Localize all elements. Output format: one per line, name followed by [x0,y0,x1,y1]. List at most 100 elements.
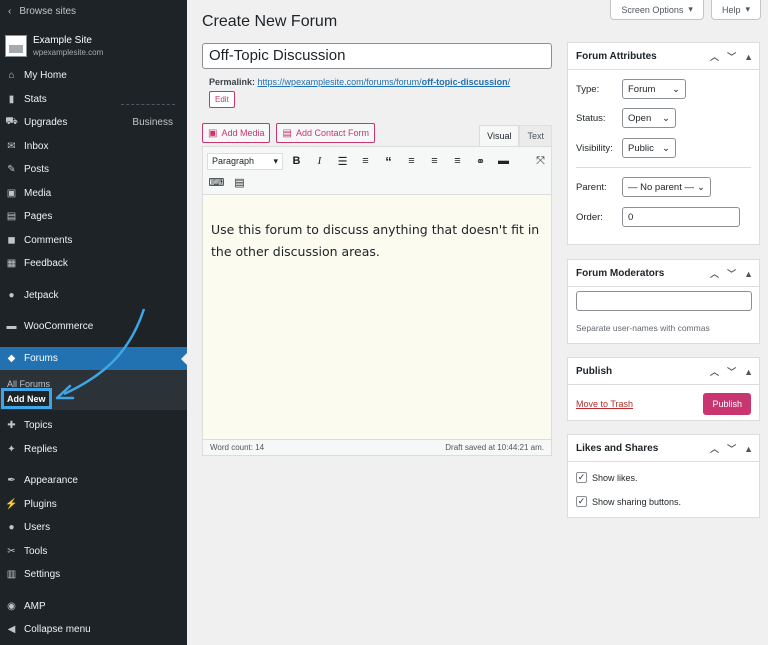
site-name: Example Site [33,35,92,46]
help-button[interactable]: Help ▾ [710,0,761,20]
publish-button[interactable]: Publish [703,393,751,415]
feedback-icon: ▦ [6,258,17,270]
menu-inbox[interactable]: ✉ Inbox [0,135,187,159]
admin-sidebar: ‹ Browse sites Example Site wpexamplesit… [0,0,187,645]
menu-feedback[interactable]: ▦ Feedback [0,252,187,276]
chevron-down-icon[interactable]: ﹀ [727,267,736,280]
bold-icon[interactable]: B [287,152,306,170]
order-input[interactable]: 0 [622,207,740,227]
menu-media[interactable]: ▣ Media [0,182,187,206]
align-center-icon[interactable]: ≡ [425,152,444,170]
toolbar-toggle-icon[interactable]: ▤ [230,173,249,191]
menu-amp[interactable]: ◉ AMP [0,595,187,619]
user-icon: ● [8,522,15,534]
italic-icon[interactable]: I [310,152,329,170]
submenu-all-forums[interactable]: All Forums [0,376,187,391]
menu-pages[interactable]: ▤ Pages [0,205,187,229]
woo-icon: ▬ [6,321,17,333]
move-to-trash-link[interactable]: Move to Trash [576,399,633,409]
show-likes-checkbox[interactable]: ✓ Show likes. [576,472,638,483]
format-select[interactable]: Paragraph ▾ [207,152,283,170]
chevron-up-icon[interactable]: ︿ [710,50,719,63]
menu-replies[interactable]: ✦ Replies [0,438,187,462]
tab-text[interactable]: Text [519,125,552,146]
menu-plugins[interactable]: ⚡ Plugins [0,493,187,517]
toggle-arrow-icon[interactable]: ▲ [744,444,753,454]
plug-icon: ⚡ [5,498,18,510]
menu-my-home[interactable]: ⌂ My Home [0,64,187,88]
fullscreen-icon[interactable]: ⤧ [531,152,550,170]
menu-tools[interactable]: ✂ Tools [0,540,187,564]
permalink: Permalink: https://wpexamplesite.com/for… [209,77,511,87]
attributes-divider [576,167,751,168]
chevron-down-icon[interactable]: ﹀ [727,365,736,378]
screen-options-button[interactable]: Screen Options ▾ [610,0,704,20]
browse-sites-link[interactable]: ‹ Browse sites [0,0,187,22]
main-content: Screen Options ▾ Help ▾ Create New Forum O… [187,0,768,645]
read-more-icon[interactable]: ▬ [494,152,513,170]
menu-upgrades[interactable]: ⛟ Upgrades Business [0,111,187,135]
chevron-down-icon[interactable]: ﹀ [727,442,736,455]
chevron-up-icon[interactable]: ︿ [710,442,719,455]
editor-content[interactable]: Use this forum to discuss anything that … [202,195,552,439]
keyboard-icon[interactable]: ⌨ [207,173,226,191]
show-sharing-checkbox[interactable]: ✓ Show sharing buttons. [576,496,681,507]
toggle-arrow-icon[interactable]: ▲ [744,367,753,377]
caret-down-icon: ▾ [745,4,750,14]
plan-badge: Business [132,117,173,129]
forum-attributes-box: Forum Attributes ︿ ﹀ ▲ Type: Forum ⌄ Status… [567,42,760,245]
menu-posts[interactable]: ✎ Posts [0,158,187,182]
chevron-down-icon: ⌄ [697,181,705,193]
add-media-button[interactable]: ▣ Add Media [202,123,271,143]
menu-jetpack[interactable]: ● Jetpack [0,284,187,308]
visibility-select[interactable]: Public ⌄ [622,138,676,158]
moderators-input[interactable] [576,291,752,311]
edit-permalink-button[interactable]: Edit [209,91,235,108]
align-right-icon[interactable]: ≡ [448,152,467,170]
menu-topics[interactable]: ✚ Topics [0,414,187,438]
toggle-arrow-icon[interactable]: ▲ [744,269,753,279]
align-left-icon[interactable]: ≡ [402,152,421,170]
collapse-icon: ◀ [7,624,16,636]
collapse-menu[interactable]: ◀ Collapse menu [0,618,187,642]
chevron-down-icon: ⌄ [662,112,670,124]
settings-icon: ▥ [6,569,17,581]
bullet-list-icon[interactable]: ☰ [333,152,352,170]
site-switcher[interactable]: Example Site wpexamplesite.com [0,28,187,64]
type-select[interactable]: Forum ⌄ [622,79,686,99]
pin-icon: ✎ [7,164,16,176]
add-contact-form-button[interactable]: ▤ Add Contact Form [276,123,375,143]
cart-icon: ⛟ [5,116,18,128]
stats-icon: ▮ [8,93,15,105]
menu-stats[interactable]: ▮ Stats [0,88,187,112]
tab-visual[interactable]: Visual [479,125,520,146]
numbered-list-icon[interactable]: ≡ [356,152,375,170]
link-icon[interactable]: ⚭ [471,152,490,170]
forum-moderators-header[interactable]: Forum Moderators ︿ ﹀ ▲ [568,260,759,287]
status-select[interactable]: Open ⌄ [622,108,676,128]
forum-attributes-header[interactable]: Forum Attributes ︿ ﹀ ▲ [568,43,759,70]
sidebar-divider [121,104,175,105]
site-domain: wpexamplesite.com [33,48,104,57]
toggle-arrow-icon[interactable]: ▲ [744,52,753,62]
parent-select[interactable]: — No parent — ⌄ [622,177,711,197]
chevron-up-icon[interactable]: ︿ [710,365,719,378]
checkmark-icon: ✓ [576,496,587,507]
menu-appearance[interactable]: ✒ Appearance [0,469,187,493]
chevron-down-icon[interactable]: ﹀ [727,50,736,63]
content-editor: ▣ Add Media ▤ Add Contact Form Visual Text… [202,117,552,456]
chevron-up-icon[interactable]: ︿ [710,267,719,280]
menu-forums[interactable]: ◆ Forums [0,346,187,370]
forum-title-input[interactable]: Off-Topic Discussion [202,43,552,69]
publish-header[interactable]: Publish ︿ ﹀ ▲ [568,358,759,385]
menu-woocommerce[interactable]: ▬ WooCommerce [0,315,187,339]
likes-shares-header[interactable]: Likes and Shares ︿ ﹀ ▲ [568,435,759,462]
menu-comments[interactable]: ◼ Comments [0,229,187,253]
menu-settings[interactable]: ▥ Settings [0,563,187,587]
chevron-left-icon: ‹ [8,5,12,17]
submenu-add-new[interactable]: Add New [1,388,52,409]
form-icon: ▤ [282,127,292,139]
menu-users[interactable]: ● Users [0,516,187,540]
blockquote-icon[interactable]: “ [379,152,398,170]
permalink-link[interactable]: https://wpexamplesite.com/forums/forum/o… [258,77,511,87]
